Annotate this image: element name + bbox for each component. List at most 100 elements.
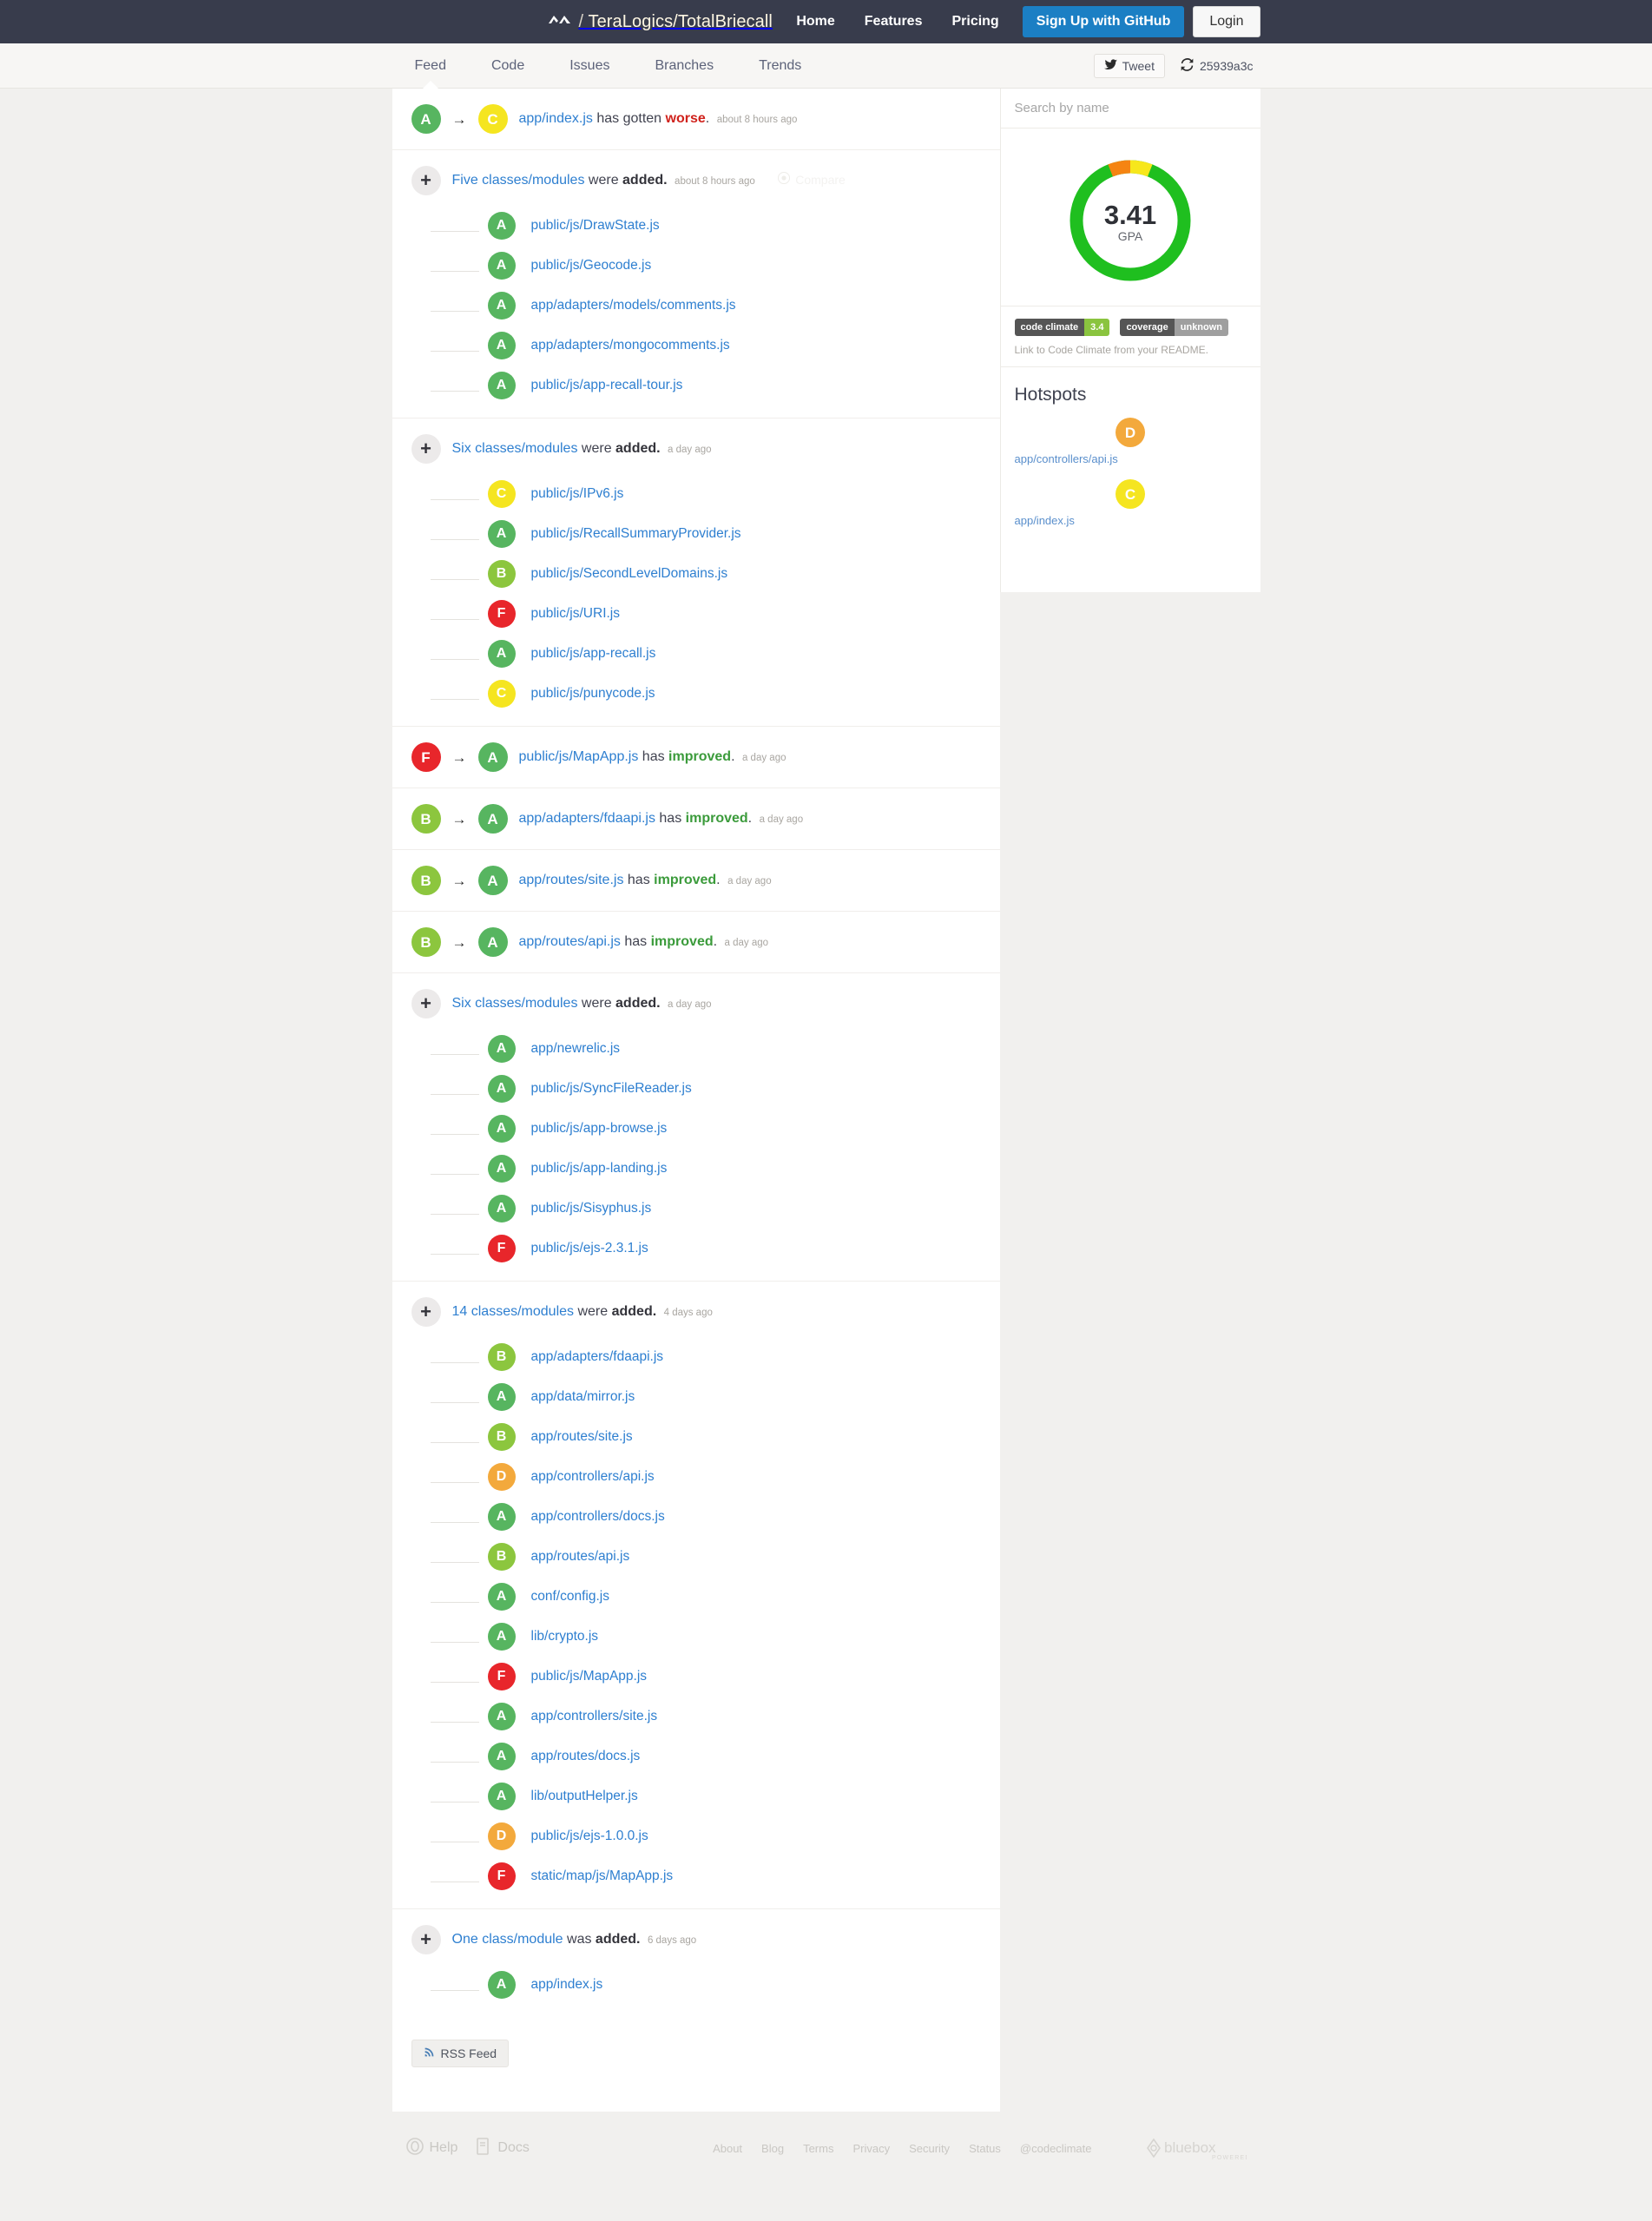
group-count-link[interactable]: Five classes/modules: [452, 173, 585, 188]
nav-features[interactable]: Features: [850, 0, 938, 43]
file-link[interactable]: public/js/IPv6.js: [531, 486, 624, 502]
file-link[interactable]: public/js/punycode.js: [531, 686, 655, 702]
list-item[interactable]: A lib/crypto.js: [392, 1617, 1000, 1657]
footer-link-terms[interactable]: Terms: [803, 2142, 833, 2155]
file-link[interactable]: app/adapters/mongocomments.js: [531, 338, 730, 353]
list-item[interactable]: A app/controllers/site.js: [392, 1697, 1000, 1737]
footer-docs-link[interactable]: Docs: [477, 2137, 530, 2159]
feed-event-grade-change[interactable]: F → A public/js/MapApp.js has improved. …: [392, 727, 1000, 788]
commit-ref[interactable]: 25939a3c: [1181, 58, 1254, 74]
file-link[interactable]: app/data/mirror.js: [531, 1389, 635, 1405]
tab-trends[interactable]: Trends: [736, 43, 824, 89]
file-link[interactable]: public/js/MapApp.js: [531, 1669, 648, 1684]
list-item[interactable]: F static/map/js/MapApp.js: [392, 1856, 1000, 1896]
code-climate-badge[interactable]: code climate 3.4: [1014, 319, 1110, 336]
file-link[interactable]: app/controllers/api.js: [1015, 452, 1247, 465]
footer-link-blog[interactable]: Blog: [761, 2142, 784, 2155]
list-item[interactable]: B app/adapters/fdaapi.js: [392, 1337, 1000, 1377]
list-item[interactable]: D public/js/ejs-1.0.0.js: [392, 1816, 1000, 1856]
file-link[interactable]: conf/config.js: [531, 1589, 609, 1605]
list-item[interactable]: A public/js/RecallSummaryProvider.js: [392, 514, 1000, 554]
list-item[interactable]: A public/js/Geocode.js: [392, 246, 1000, 286]
list-item[interactable]: A public/js/app-browse.js: [392, 1109, 1000, 1149]
rss-feed-button[interactable]: RSS Feed: [411, 2040, 510, 2067]
list-item[interactable]: B app/routes/site.js: [392, 1417, 1000, 1457]
compare-link[interactable]: Compare: [778, 171, 846, 188]
hotspot-item[interactable]: C app/index.js: [1015, 479, 1247, 527]
list-item[interactable]: A app/routes/docs.js: [392, 1737, 1000, 1776]
feed-event-grade-change[interactable]: B → A app/routes/site.js has improved. a…: [392, 850, 1000, 912]
file-link[interactable]: app/index.js: [531, 1977, 603, 1993]
list-item[interactable]: A app/newrelic.js: [392, 1029, 1000, 1069]
login-button[interactable]: Login: [1193, 6, 1260, 37]
tab-code[interactable]: Code: [469, 43, 547, 89]
file-link[interactable]: public/js/app-browse.js: [531, 1121, 668, 1137]
file-link[interactable]: public/js/ejs-2.3.1.js: [531, 1241, 648, 1256]
group-count-link[interactable]: Six classes/modules: [452, 996, 578, 1011]
list-item[interactable]: A app/adapters/models/comments.js: [392, 286, 1000, 326]
list-item[interactable]: A public/js/SyncFileReader.js: [392, 1069, 1000, 1109]
group-count-link[interactable]: 14 classes/modules: [452, 1304, 575, 1319]
file-link[interactable]: public/js/SyncFileReader.js: [531, 1081, 692, 1097]
file-link[interactable]: public/js/RecallSummaryProvider.js: [531, 526, 741, 542]
list-item[interactable]: F public/js/URI.js: [392, 594, 1000, 634]
file-link[interactable]: app/adapters/fdaapi.js: [531, 1349, 664, 1365]
tab-issues[interactable]: Issues: [547, 43, 632, 89]
group-header[interactable]: + One class/module was added. 6 days ago: [392, 1909, 1000, 1965]
list-item[interactable]: B app/routes/api.js: [392, 1537, 1000, 1577]
list-item[interactable]: F public/js/ejs-2.3.1.js: [392, 1229, 1000, 1269]
tab-feed[interactable]: Feed: [392, 43, 469, 89]
coverage-badge[interactable]: coverage unknown: [1120, 319, 1229, 336]
list-item[interactable]: C public/js/IPv6.js: [392, 474, 1000, 514]
file-link[interactable]: app/routes/site.js: [519, 873, 624, 887]
list-item[interactable]: F public/js/MapApp.js: [392, 1657, 1000, 1697]
file-link[interactable]: app/adapters/fdaapi.js: [519, 811, 655, 826]
footer-link-security[interactable]: Security: [909, 2142, 950, 2155]
feed-event-grade-change[interactable]: B → A app/routes/api.js has improved. a …: [392, 912, 1000, 973]
group-count-link[interactable]: One class/module: [452, 1932, 563, 1947]
bluebox-powered-logo[interactable]: bluebox POWERED: [1144, 2134, 1247, 2162]
nav-home[interactable]: Home: [781, 0, 849, 43]
group-header[interactable]: + 14 classes/modules were added. 4 days …: [392, 1282, 1000, 1337]
list-item[interactable]: A public/js/DrawState.js: [392, 206, 1000, 246]
brand-home-link[interactable]: / TeraLogics/TotalBriecall: [548, 12, 773, 32]
group-header[interactable]: + Six classes/modules were added. a day …: [392, 418, 1000, 474]
file-link[interactable]: lib/crypto.js: [531, 1629, 599, 1644]
tweet-button[interactable]: Tweet: [1093, 54, 1165, 78]
file-link[interactable]: app/routes/api.js: [519, 934, 621, 949]
file-link[interactable]: public/js/MapApp.js: [519, 749, 639, 764]
file-link[interactable]: app/controllers/api.js: [531, 1469, 655, 1485]
file-link[interactable]: public/js/app-recall-tour.js: [531, 378, 683, 393]
list-item[interactable]: A conf/config.js: [392, 1577, 1000, 1617]
list-item[interactable]: A public/js/app-landing.js: [392, 1149, 1000, 1189]
file-link[interactable]: public/js/Geocode.js: [531, 258, 652, 274]
signup-github-button[interactable]: Sign Up with GitHub: [1022, 6, 1185, 37]
file-link[interactable]: public/js/app-landing.js: [531, 1161, 668, 1176]
list-item[interactable]: A lib/outputHelper.js: [392, 1776, 1000, 1816]
file-link[interactable]: public/js/SecondLevelDomains.js: [531, 566, 728, 582]
file-link[interactable]: app/controllers/docs.js: [531, 1509, 665, 1525]
search-input[interactable]: [1000, 89, 1260, 128]
group-count-link[interactable]: Six classes/modules: [452, 441, 578, 456]
file-link[interactable]: public/js/ejs-1.0.0.js: [531, 1829, 648, 1844]
file-link[interactable]: app/routes/api.js: [531, 1549, 630, 1565]
list-item[interactable]: A public/js/app-recall-tour.js: [392, 366, 1000, 405]
footer-link-status[interactable]: Status: [969, 2142, 1001, 2155]
list-item[interactable]: C public/js/punycode.js: [392, 674, 1000, 714]
file-link[interactable]: app/routes/docs.js: [531, 1749, 641, 1764]
file-link[interactable]: static/map/js/MapApp.js: [531, 1868, 674, 1884]
file-link[interactable]: app/index.js: [1015, 514, 1247, 527]
feed-event-grade-change[interactable]: A → C app/index.js has gotten worse. abo…: [392, 89, 1000, 150]
tab-branches[interactable]: Branches: [632, 43, 736, 89]
file-link[interactable]: app/adapters/models/comments.js: [531, 298, 736, 313]
footer-link-twitter[interactable]: @codeclimate: [1020, 2142, 1092, 2155]
file-link[interactable]: public/js/DrawState.js: [531, 218, 660, 234]
file-link[interactable]: public/js/URI.js: [531, 606, 621, 622]
list-item[interactable]: A app/controllers/docs.js: [392, 1497, 1000, 1537]
file-link[interactable]: lib/outputHelper.js: [531, 1789, 638, 1804]
hotspot-item[interactable]: D app/controllers/api.js: [1015, 418, 1247, 465]
list-item[interactable]: A public/js/app-recall.js: [392, 634, 1000, 674]
file-link[interactable]: app/controllers/site.js: [531, 1709, 658, 1724]
file-link[interactable]: app/index.js: [519, 111, 593, 126]
list-item[interactable]: A app/adapters/mongocomments.js: [392, 326, 1000, 366]
